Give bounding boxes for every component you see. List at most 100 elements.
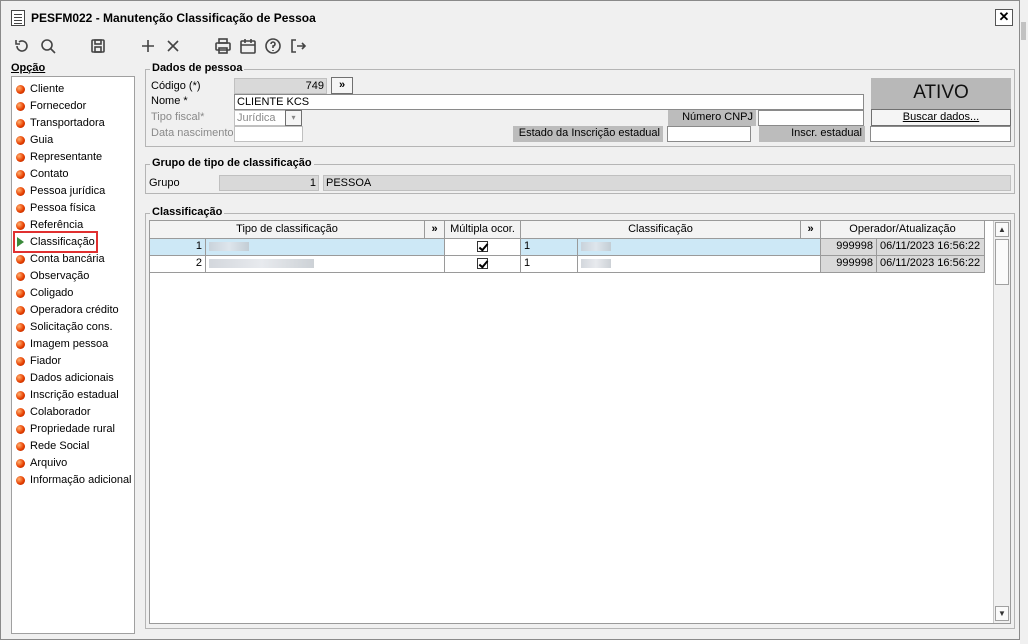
row-code-cell[interactable]: 1 (150, 239, 206, 256)
multipla-checkbox[interactable] (477, 240, 488, 252)
grid-scrollbar[interactable]: ▲ ▼ (993, 221, 1010, 623)
undo-icon[interactable] (11, 35, 33, 57)
outer-scrollbar[interactable] (1020, 0, 1028, 644)
sidebar-item-label: Pessoa física (30, 202, 96, 214)
search-icon[interactable] (37, 35, 59, 57)
calendar-icon[interactable] (237, 35, 259, 57)
dados-pessoa-title: Dados de pessoa (150, 62, 245, 74)
selected-arrow-icon (17, 237, 24, 247)
sidebar-item-label: Fiador (30, 355, 62, 367)
inscr-estadual-field[interactable] (870, 126, 1011, 142)
sidebar-item-label: Fornecedor (30, 100, 87, 112)
tipo-fiscal-dropdown-icon[interactable]: ▾ (285, 110, 302, 126)
sidebar-item-label: Cliente (30, 83, 65, 95)
sidebar-item-inscrição-estadual[interactable]: Inscrição estadual (16, 387, 119, 403)
col-multipla-header[interactable]: Múltipla ocor. (445, 221, 521, 239)
sidebar-item-cliente[interactable]: Cliente (16, 81, 64, 97)
add-icon[interactable] (137, 35, 159, 57)
row-class-name-cell[interactable] (578, 239, 821, 256)
exit-icon[interactable] (287, 35, 309, 57)
sidebar-item-label: Representante (30, 151, 103, 163)
row-class-name-cell[interactable] (578, 256, 821, 273)
sidebar-item-colaborador[interactable]: Colaborador (16, 404, 91, 420)
sidebar-item-informação-adicional[interactable]: Informação adicional (16, 472, 132, 488)
numero-cnpj-field[interactable] (758, 110, 864, 126)
sidebar-item-contato[interactable]: Contato (16, 166, 69, 182)
estado-ie-field[interactable] (667, 126, 751, 142)
bullet-icon (16, 373, 25, 383)
data-nascimento-label: Data nascimento (151, 127, 234, 139)
help-icon[interactable] (262, 35, 284, 57)
row-code-cell[interactable]: 2 (150, 256, 206, 273)
bullet-icon (16, 254, 25, 264)
row-multipla-cell[interactable] (445, 239, 521, 256)
col-tipo-header[interactable]: Tipo de classificação (150, 221, 425, 239)
sidebar-item-pessoa-jurídica[interactable]: Pessoa jurídica (16, 183, 105, 199)
row-tipo-name-cell[interactable] (206, 239, 445, 256)
sidebar-item-observação[interactable]: Observação (16, 268, 89, 284)
outer-scroll-thumb[interactable] (1021, 22, 1026, 40)
sidebar-item-label: Observação (30, 270, 90, 282)
save-icon[interactable] (87, 35, 109, 57)
row-tipo-name-cell[interactable] (206, 256, 445, 273)
nome-field[interactable]: CLIENTE KCS (234, 94, 864, 110)
row-multipla-cell[interactable] (445, 256, 521, 273)
bullet-icon (16, 288, 25, 298)
sidebar-item-conta-bancária[interactable]: Conta bancária (16, 251, 105, 267)
sidebar-item-fiador[interactable]: Fiador (16, 353, 61, 369)
sidebar-item-transportadora[interactable]: Transportadora (16, 115, 105, 131)
scroll-down-button[interactable]: ▼ (995, 606, 1009, 621)
sidebar-item-guia[interactable]: Guia (16, 132, 53, 148)
sidebar-item-label: Colaborador (30, 406, 91, 418)
redacted-text (581, 258, 611, 268)
print-icon[interactable] (212, 35, 234, 57)
bullet-icon (16, 356, 25, 366)
sidebar-item-fornecedor[interactable]: Fornecedor (16, 98, 86, 114)
sidebar-item-label: Propriedade rural (30, 423, 115, 435)
sidebar-item-classificação[interactable]: Classificação (13, 231, 98, 253)
row-class-code-cell[interactable]: 1 (521, 239, 578, 256)
sidebar-item-propriedade-rural[interactable]: Propriedade rural (16, 421, 115, 437)
sidebar-item-arquivo[interactable]: Arquivo (16, 455, 67, 471)
grupo-name-field: PESSOA (323, 175, 1011, 191)
sidebar-item-label: Informação adicional (30, 474, 132, 486)
sidebar-item-pessoa-física[interactable]: Pessoa física (16, 200, 95, 216)
data-nascimento-field[interactable] (234, 126, 303, 142)
delete-icon[interactable] (162, 35, 184, 57)
codigo-lookup-button[interactable]: » (331, 77, 353, 94)
col-operador-header[interactable]: Operador/Atualização (821, 221, 985, 239)
sidebar-item-solicitação-cons-[interactable]: Solicitação cons. (16, 319, 113, 335)
bullet-icon (16, 101, 25, 111)
col-classificacao-header[interactable]: Classificação (521, 221, 801, 239)
options-label: Opção (11, 62, 46, 74)
inscr-estadual-label: Inscr. estadual (759, 126, 865, 142)
toolbar (1, 33, 1019, 61)
sidebar-item-imagem-pessoa[interactable]: Imagem pessoa (16, 336, 108, 352)
multipla-checkbox[interactable] (477, 257, 488, 269)
col-classificacao-more-button[interactable]: » (801, 221, 821, 239)
scroll-thumb[interactable] (995, 239, 1009, 285)
grupo-code-field[interactable]: 1 (219, 175, 319, 191)
bullet-icon (16, 441, 25, 451)
sidebar-item-coligado[interactable]: Coligado (16, 285, 73, 301)
codigo-field[interactable]: 749 (234, 78, 327, 94)
buscar-dados-button[interactable]: Buscar dados... (871, 109, 1011, 126)
sidebar-item-label: Inscrição estadual (30, 389, 119, 401)
bullet-icon (16, 407, 25, 417)
tipo-fiscal-select[interactable]: Jurídica (234, 110, 286, 126)
sidebar-item-representante[interactable]: Representante (16, 149, 102, 165)
sidebar-item-dados-adicionais[interactable]: Dados adicionais (16, 370, 114, 386)
redacted-text (209, 258, 314, 268)
sidebar-item-label: Imagem pessoa (30, 338, 109, 350)
sidebar-item-rede-social[interactable]: Rede Social (16, 438, 89, 454)
sidebar-item-referência[interactable]: Referência (16, 217, 83, 233)
bullet-icon (16, 118, 25, 128)
estado-ie-label: Estado da Inscrição estadual (513, 126, 663, 142)
col-tipo-more-button[interactable]: » (425, 221, 445, 239)
scroll-up-button[interactable]: ▲ (995, 222, 1009, 237)
close-button[interactable]: ✕ (995, 9, 1013, 26)
sidebar-item-operadora-crédito[interactable]: Operadora crédito (16, 302, 119, 318)
sidebar-item-label: Arquivo (30, 457, 68, 469)
row-class-code-cell[interactable]: 1 (521, 256, 578, 273)
row-atualizacao-cell: 06/11/2023 16:56:22 (877, 239, 985, 256)
